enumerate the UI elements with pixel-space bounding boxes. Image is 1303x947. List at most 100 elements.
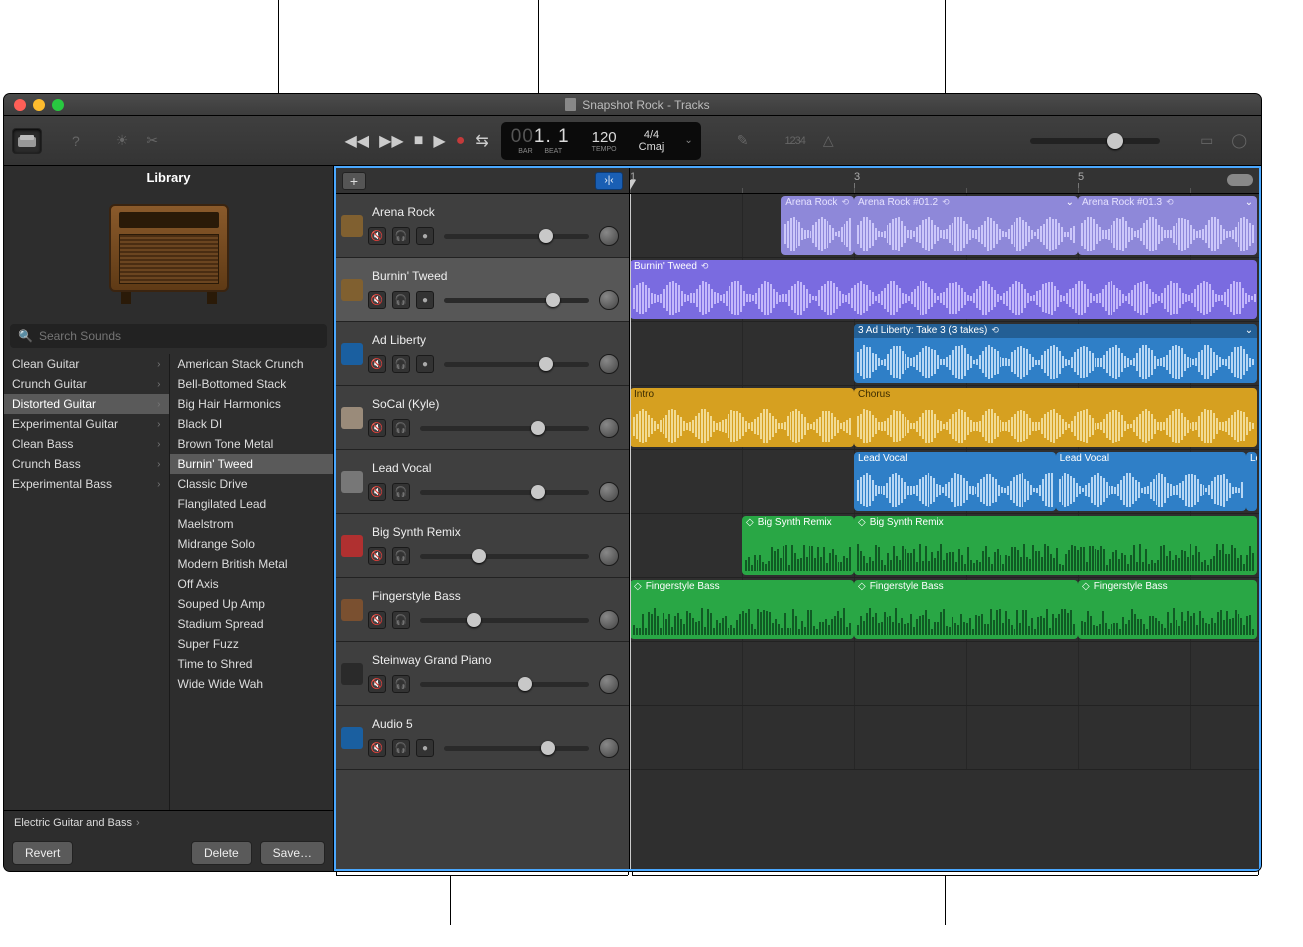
solo-button[interactable]: 🎧 [392,355,410,373]
mute-button[interactable]: 🔇 [368,739,386,757]
record-enable-button[interactable]: ● [416,227,434,245]
track-header[interactable]: SoCal (Kyle) 🔇 🎧 [336,386,629,450]
library-item[interactable]: Experimental Guitar› [4,414,169,434]
revert-button[interactable]: Revert [12,841,73,865]
search-sounds[interactable]: 🔍 [10,324,327,348]
quick-help-button[interactable]: ? [66,133,86,149]
solo-button[interactable]: 🎧 [392,547,410,565]
expand-icon[interactable]: ⌄ [1245,325,1253,336]
track-header[interactable]: Arena Rock 🔇 🎧 ● [336,194,629,258]
mute-button[interactable]: 🔇 [368,291,386,309]
track-lane[interactable]: IntroChorus [630,386,1259,450]
region[interactable]: ◇ Fingerstyle Bass [854,580,1078,639]
pan-knob[interactable] [599,610,619,630]
track-name[interactable]: Big Synth Remix [368,525,625,539]
track-name[interactable]: Fingerstyle Bass [368,589,625,603]
stop-button[interactable]: ■ [414,132,424,150]
catch-playhead-button[interactable]: ›|‹ [595,172,623,190]
volume-slider[interactable] [444,746,589,751]
track-lane[interactable]: 3 Ad Liberty: Take 3 (3 takes) ⟲⌄ [630,322,1259,386]
volume-slider[interactable] [444,234,589,239]
region[interactable]: 3 Ad Liberty: Take 3 (3 takes) ⟲⌄ [854,324,1257,383]
ruler[interactable]: 1357911 [630,168,1259,194]
track-header[interactable]: Audio 5🔇🎧● [336,706,629,770]
library-item[interactable]: Crunch Bass› [4,454,169,474]
library-item[interactable]: Modern British Metal [170,554,334,574]
mute-button[interactable]: 🔇 [368,419,386,437]
track-lane[interactable]: ◇ Big Synth Remix◇ Big Synth Remix [630,514,1259,578]
library-item[interactable]: Clean Bass› [4,434,169,454]
pan-knob[interactable] [599,290,619,310]
region[interactable]: Arena Rock ⟲ [781,196,854,255]
note-icon[interactable]: ✎ [731,132,755,149]
track-name[interactable]: Steinway Grand Piano [368,653,625,667]
pan-knob[interactable] [599,546,619,566]
library-item[interactable]: Stadium Spread [170,614,334,634]
library-item[interactable]: Burnin' Tweed [170,454,334,474]
delete-button[interactable]: Delete [191,841,252,865]
track-header[interactable]: Fingerstyle Bass 🔇 🎧 [336,578,629,642]
solo-button[interactable]: 🎧 [392,419,410,437]
cycle-button[interactable]: ⇆ [475,131,488,151]
region[interactable]: Lead Vocal [854,452,1056,511]
library-item[interactable]: Experimental Bass› [4,474,169,494]
notepad-icon[interactable]: ▭ [1194,132,1219,149]
mute-button[interactable]: 🔇 [368,227,386,245]
region[interactable]: ◇ Big Synth Remix [742,516,854,575]
library-item[interactable]: Souped Up Amp [170,594,334,614]
library-column-categories[interactable]: Clean Guitar›Crunch Guitar›Distorted Gui… [4,354,169,810]
search-input[interactable] [39,329,319,343]
track-header[interactable]: Ad Liberty🔇🎧● [336,322,629,386]
library-item[interactable]: Time to Shred [170,654,334,674]
library-item[interactable]: American Stack Crunch [170,354,334,374]
expand-icon[interactable]: ⌄ [1066,197,1074,208]
region[interactable]: Lead Vocal [1056,452,1246,511]
minimize-button[interactable] [33,99,45,111]
library-item[interactable]: Midrange Solo [170,534,334,554]
zoom-button[interactable] [52,99,64,111]
track-header[interactable]: Lead Vocal🔇🎧 [336,450,629,514]
playhead[interactable] [630,180,636,190]
zoom-handle[interactable] [1227,174,1253,186]
library-item[interactable]: Big Hair Harmonics [170,394,334,414]
library-item[interactable]: Brown Tone Metal [170,434,334,454]
solo-button[interactable]: 🎧 [392,483,410,501]
pan-knob[interactable] [599,738,619,758]
record-button[interactable]: ● [456,132,466,150]
pan-knob[interactable] [599,482,619,502]
loops-icon[interactable]: ◯ [1225,132,1253,149]
mute-button[interactable]: 🔇 [368,611,386,629]
track-name[interactable]: SoCal (Kyle) [368,397,625,411]
track-name[interactable]: Ad Liberty [368,333,625,347]
pan-knob[interactable] [599,674,619,694]
rewind-button[interactable]: ◀◀ [344,131,369,151]
library-item[interactable]: Wide Wide Wah [170,674,334,694]
library-toggle-button[interactable] [12,128,42,154]
solo-button[interactable]: 🎧 [392,611,410,629]
mute-button[interactable]: 🔇 [368,355,386,373]
library-item[interactable]: Super Fuzz [170,634,334,654]
track-lane[interactable]: Burnin' Tweed ⟲ [630,258,1259,322]
library-item[interactable]: Maelstrom [170,514,334,534]
volume-slider[interactable] [420,618,589,623]
solo-button[interactable]: 🎧 [392,227,410,245]
mute-button[interactable]: 🔇 [368,675,386,693]
count-in-button[interactable]: 1234 [778,135,810,147]
track-header[interactable]: Big Synth Remix🔇🎧 [336,514,629,578]
track-name[interactable]: Arena Rock [368,205,625,219]
solo-button[interactable]: 🎧 [392,675,410,693]
play-button[interactable]: ▶ [433,131,445,151]
pan-knob[interactable] [599,418,619,438]
track-lane[interactable] [630,706,1259,770]
track-name[interactable]: Audio 5 [368,717,625,731]
library-item[interactable]: Black DI [170,414,334,434]
track-lane[interactable]: Lead VocalLead VocalLead [630,450,1259,514]
library-item[interactable]: Off Axis [170,574,334,594]
add-track-button[interactable]: + [342,172,366,190]
record-enable-button[interactable]: ● [416,291,434,309]
solo-button[interactable]: 🎧 [392,739,410,757]
solo-button[interactable]: 🎧 [392,291,410,309]
region[interactable]: Intro [630,388,854,447]
region[interactable]: Arena Rock #01.2 ⟲⌄ [854,196,1078,255]
pan-knob[interactable] [599,354,619,374]
